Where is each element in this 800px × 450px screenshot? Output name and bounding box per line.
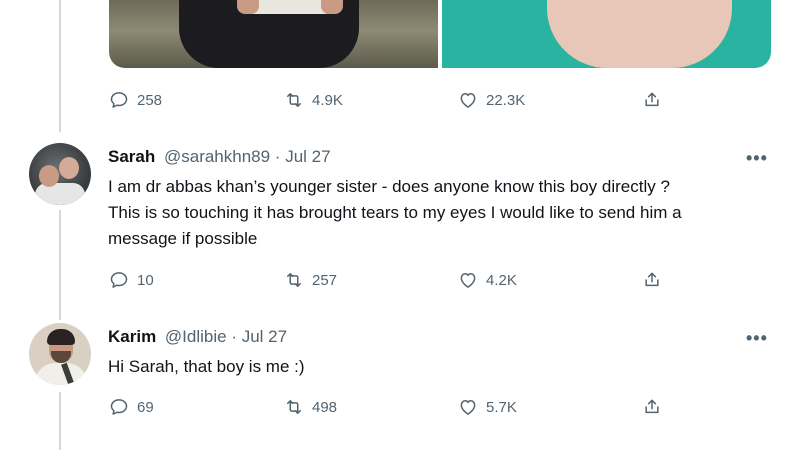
reply-button[interactable]: 258 xyxy=(109,90,162,110)
photo-person xyxy=(547,0,732,68)
retweet-count: 498 xyxy=(312,398,338,416)
like-count: 22.3K xyxy=(486,91,526,109)
reply-count: 258 xyxy=(137,91,163,109)
like-button[interactable]: 5.7K xyxy=(458,397,517,417)
avatar[interactable] xyxy=(29,143,91,205)
display-name[interactable]: Karim xyxy=(108,327,156,346)
more-icon[interactable]: ••• xyxy=(746,148,768,169)
retweet-icon xyxy=(287,400,301,414)
avatar-photo-detail xyxy=(59,157,79,179)
tweet-text-line: I am dr abbas khan’s younger sister - do… xyxy=(108,177,670,196)
retweet-button[interactable]: 257 xyxy=(284,270,337,290)
reply-button[interactable]: 10 xyxy=(109,270,154,290)
tweet-media-grid[interactable] xyxy=(109,0,771,68)
reply-count: 10 xyxy=(137,271,154,289)
tweet-text-line: message if possible xyxy=(108,229,258,248)
share-button[interactable] xyxy=(642,270,662,290)
avatar-photo-detail xyxy=(39,165,59,187)
avatar[interactable] xyxy=(29,323,91,385)
like-count: 4.2K xyxy=(486,271,517,289)
heart-icon xyxy=(460,93,476,108)
share-icon xyxy=(645,272,659,287)
tweet-text-line: Hi Sarah, that boy is me :) xyxy=(108,357,305,376)
tweet-header: Karim @Idlibie · Jul 27 xyxy=(108,327,287,347)
retweet-icon xyxy=(287,93,301,107)
tweet-text: I am dr abbas khan’s younger sister - do… xyxy=(108,174,788,252)
retweet-count: 4.9K xyxy=(312,91,343,109)
retweet-icon xyxy=(287,273,301,287)
thread-line xyxy=(59,392,61,450)
reply-icon xyxy=(110,92,128,108)
retweet-button[interactable]: 498 xyxy=(284,397,337,417)
more-icon[interactable]: ••• xyxy=(746,328,768,349)
display-name[interactable]: Sarah xyxy=(108,147,155,166)
handle-and-date[interactable]: @Idlibie · Jul 27 xyxy=(165,327,287,346)
tweet-photo-2[interactable] xyxy=(442,0,771,68)
handle-and-date[interactable]: @sarahkhn89 · Jul 27 xyxy=(164,147,331,166)
like-button[interactable]: 22.3K xyxy=(458,90,525,110)
retweet-button[interactable]: 4.9K xyxy=(284,90,343,110)
heart-icon xyxy=(460,273,476,288)
avatar-photo-detail xyxy=(47,329,75,345)
reply-icon xyxy=(110,399,128,415)
avatar-photo-detail xyxy=(35,183,85,205)
tweet-photo-1[interactable] xyxy=(109,0,438,68)
like-count: 5.7K xyxy=(486,398,517,416)
heart-icon xyxy=(460,400,476,415)
reply-icon xyxy=(110,272,128,288)
photo-hand xyxy=(321,0,343,14)
like-button[interactable]: 4.2K xyxy=(458,270,517,290)
reply-count: 69 xyxy=(137,398,154,416)
share-button[interactable] xyxy=(642,90,662,110)
share-button[interactable] xyxy=(642,397,662,417)
photo-hand xyxy=(237,0,259,14)
thread-line xyxy=(59,0,61,132)
tweet-text-line: This is so touching it has brought tears… xyxy=(108,203,682,222)
tweet-header: Sarah @sarahkhn89 · Jul 27 xyxy=(108,147,331,167)
share-icon xyxy=(645,399,659,414)
retweet-count: 257 xyxy=(312,271,338,289)
thread-line xyxy=(59,210,61,320)
tweet-text: Hi Sarah, that boy is me :) xyxy=(108,354,788,380)
share-icon xyxy=(645,92,659,107)
reply-button[interactable]: 69 xyxy=(109,397,154,417)
